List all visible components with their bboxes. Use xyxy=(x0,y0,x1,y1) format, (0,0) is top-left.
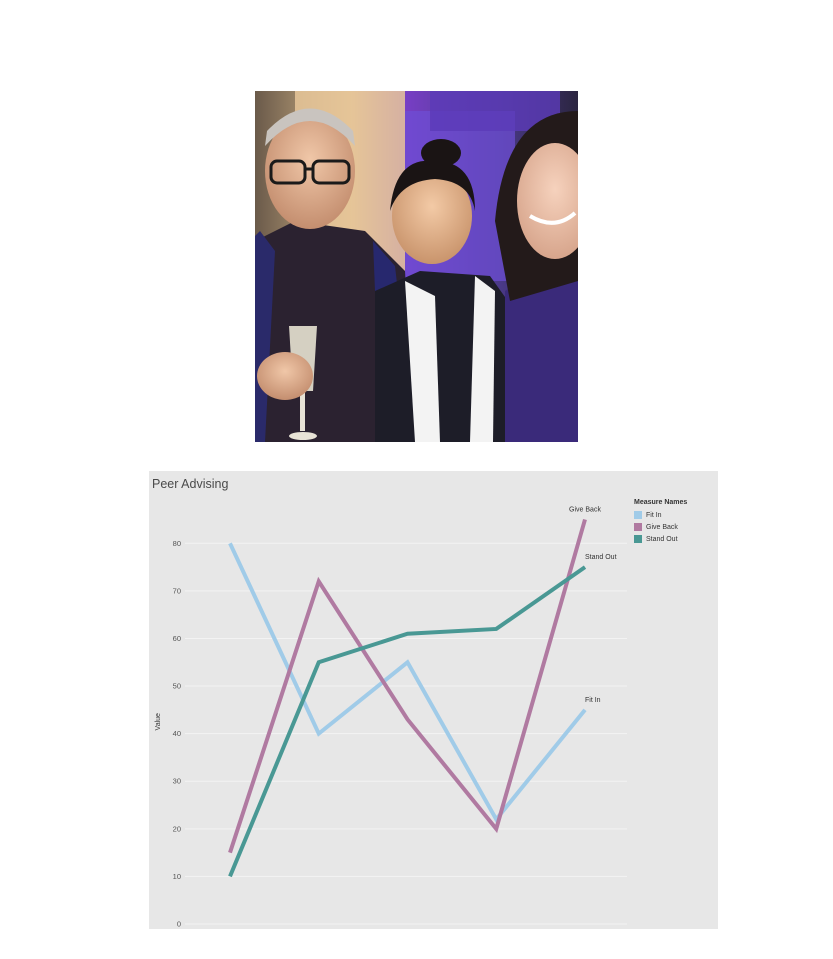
chart-title: Peer Advising xyxy=(152,477,229,491)
legend-swatch-fit-in xyxy=(634,511,642,519)
series-end-labels: Fit In Give Back Stand Out xyxy=(569,507,617,704)
legend-item-stand-out[interactable]: Stand Out xyxy=(634,533,687,545)
series-layer xyxy=(228,518,587,878)
legend-swatch-give-back xyxy=(634,523,642,531)
legend-item-give-back[interactable]: Give Back xyxy=(634,521,687,533)
y-tick-label: 40 xyxy=(173,729,181,738)
y-tick-label: 20 xyxy=(173,824,181,833)
legend-title: Measure Names xyxy=(634,499,688,506)
y-tick-label: 70 xyxy=(173,586,181,595)
line-chart: 0 10 20 30 40 50 60 70 80 Value Fit In Give Back S… xyxy=(155,507,627,929)
legend-label-fit-in: Fit In xyxy=(646,511,662,519)
y-tick-label: 50 xyxy=(173,682,181,691)
end-label-fit-in: Fit In xyxy=(585,697,601,704)
end-label-give-back: Give Back xyxy=(569,507,601,514)
photo-image xyxy=(255,91,578,442)
legend-item-fit-in[interactable]: Fit In xyxy=(634,509,687,521)
series-line-fit-in[interactable] xyxy=(228,542,587,823)
chart-panel: Peer Advising 0 10 20 30 40 50 60 70 80 Value Fi… xyxy=(149,471,718,929)
end-label-stand-out: Stand Out xyxy=(585,554,617,561)
y-axis-ticks: 0 10 20 30 40 50 60 70 80 xyxy=(173,539,181,929)
legend: Measure Names Fit In Give Back Stand Out xyxy=(634,499,687,545)
y-axis-label: Value xyxy=(155,713,162,730)
y-tick-label: 10 xyxy=(173,872,181,881)
y-tick-label: 60 xyxy=(173,634,181,643)
y-tick-label: 0 xyxy=(177,920,181,929)
legend-swatch-stand-out xyxy=(634,535,642,543)
group-photo xyxy=(255,91,578,442)
y-tick-label: 30 xyxy=(173,777,181,786)
page: Peer Advising 0 10 20 30 40 50 60 70 80 Value Fi… xyxy=(0,0,833,959)
y-tick-label: 80 xyxy=(173,539,181,548)
legend-label-stand-out: Stand Out xyxy=(646,535,678,543)
legend-label-give-back: Give Back xyxy=(646,523,678,531)
